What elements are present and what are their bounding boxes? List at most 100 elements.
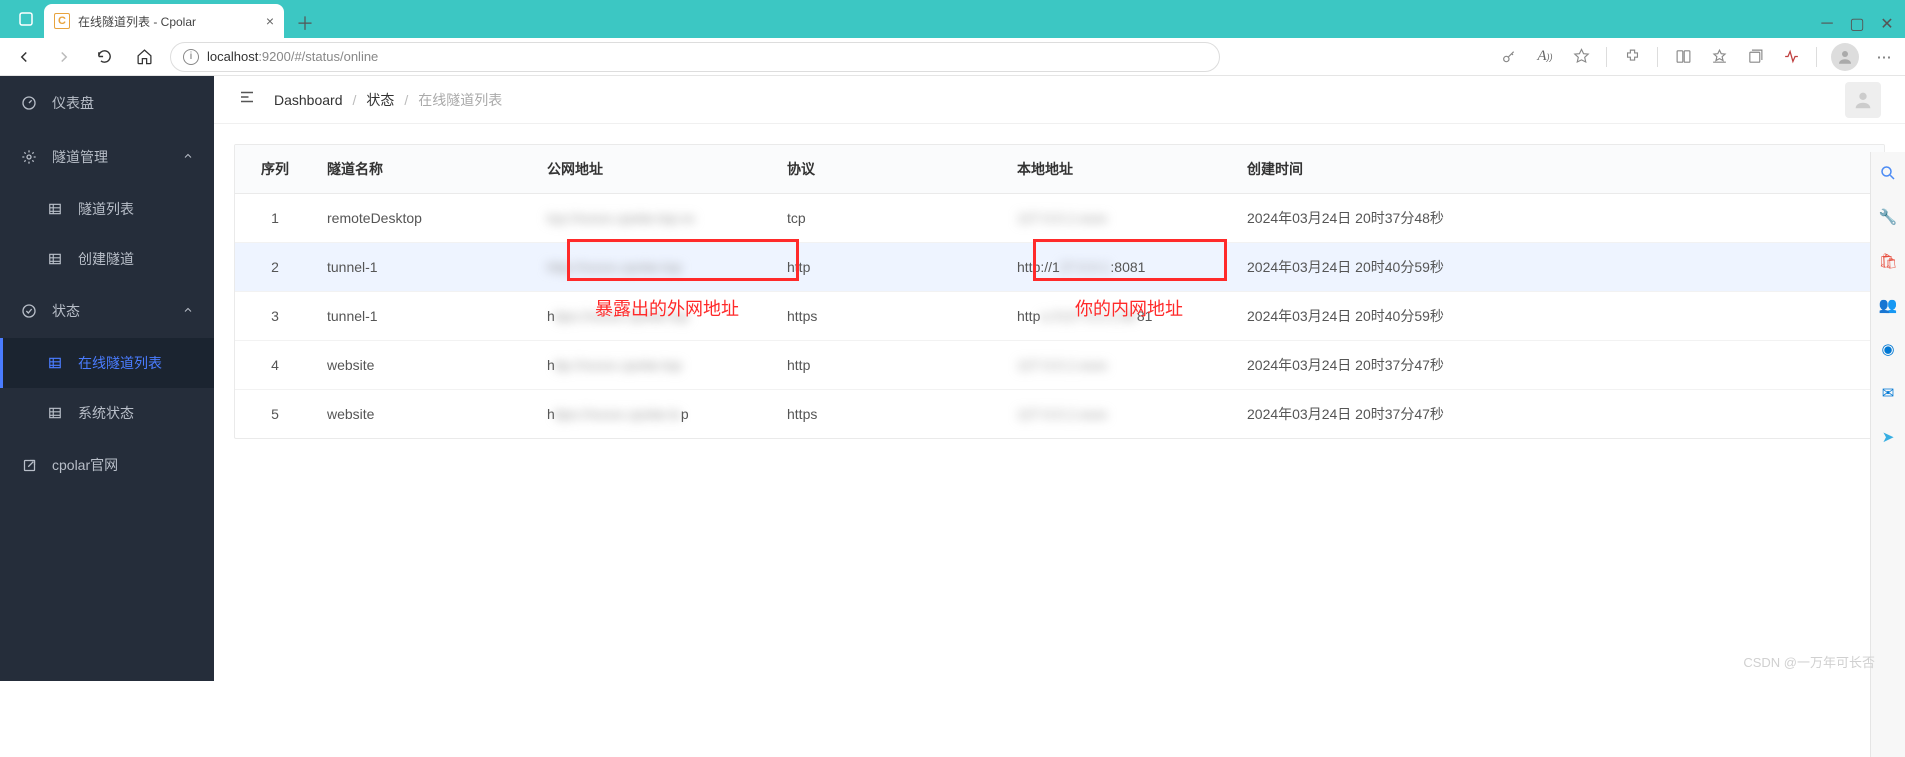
tab-overview-icon[interactable] — [8, 0, 44, 38]
cell-created: 2024年03月24日 20时37分47秒 — [1235, 341, 1884, 390]
sidebar: 仪表盘 隧道管理 隧道列表 创建隧道 状态 在线隧道列表 系统状态 — [0, 76, 214, 681]
table-header-row: 序列 隧道名称 公网地址 协议 本地地址 创建时间 — [235, 145, 1884, 194]
watermark: CSDN @一万年可长否 — [1743, 652, 1875, 671]
address-bar: i localhost:9200/#/status/online A)) ⋯ — [0, 38, 1905, 76]
cell-name: remoteDesktop — [315, 194, 535, 243]
th-public: 公网地址 — [535, 145, 775, 194]
new-tab-button[interactable]: ＋ — [290, 8, 320, 38]
breadcrumb: Dashboard / 状态 / 在线隧道列表 — [274, 90, 502, 110]
favorite-icon[interactable] — [1570, 46, 1592, 68]
th-created: 创建时间 — [1235, 145, 1884, 194]
sidebar-label: 创建隧道 — [78, 249, 134, 269]
url-field[interactable]: i localhost:9200/#/status/online — [170, 42, 1220, 72]
sidebar-label: 在线隧道列表 — [78, 353, 162, 373]
performance-icon[interactable] — [1780, 46, 1802, 68]
main-content: Dashboard / 状态 / 在线隧道列表 序列 隧道名称 公网地址 协议 — [214, 76, 1905, 681]
profile-button[interactable] — [1831, 43, 1859, 71]
sidebar-label: 仪表盘 — [52, 93, 94, 113]
external-link-icon — [20, 456, 38, 474]
more-icon[interactable]: ⋯ — [1873, 46, 1895, 68]
read-aloud-icon[interactable]: A)) — [1534, 46, 1556, 68]
home-button[interactable] — [130, 43, 158, 71]
edge-icon[interactable]: ◉ — [1877, 338, 1899, 360]
menu-toggle-icon[interactable] — [238, 88, 258, 111]
table-row: 2 tunnel-1 http://xxxxx.cpolar.top http … — [235, 243, 1884, 292]
shopping-icon[interactable]: 🛍 — [1877, 250, 1899, 272]
cell-public: http://xxxxx.cpolar.top — [535, 341, 775, 390]
favorites-bar-icon[interactable] — [1708, 46, 1730, 68]
edge-sidebar: 🔧 🛍 👥 ◉ ✉ ➤ — [1870, 152, 1905, 757]
back-button[interactable] — [10, 43, 38, 71]
breadcrumb-status[interactable]: 状态 — [366, 90, 394, 110]
browser-chrome: C 在线隧道列表 - Cpolar × ＋ ─ ▢ ✕ i localhost:… — [0, 0, 1905, 76]
chevron-up-icon — [182, 303, 194, 319]
sidebar-label: 状态 — [52, 301, 80, 321]
table-icon — [46, 250, 64, 268]
site-info-icon[interactable]: i — [183, 49, 199, 65]
cell-local: 127.0.0.1:xxxx — [1005, 341, 1235, 390]
cell-public: https://xxxxx.cpolar.top — [535, 292, 775, 341]
sidebar-tunnel-mgmt[interactable]: 隧道管理 — [0, 130, 214, 184]
gear-icon — [20, 148, 38, 166]
close-icon[interactable]: × — [266, 13, 274, 29]
breadcrumb-sep: / — [353, 92, 357, 108]
cell-created: 2024年03月24日 20时40分59秒 — [1235, 243, 1884, 292]
cell-local: 127.0.0.1:xxxx — [1005, 390, 1235, 439]
cell-index: 4 — [235, 341, 315, 390]
tool-icon[interactable]: 🔧 — [1877, 206, 1899, 228]
collections-icon[interactable] — [1744, 46, 1766, 68]
tunnel-table: 序列 隧道名称 公网地址 协议 本地地址 创建时间 1 remoteDeskto… — [234, 144, 1885, 439]
table-row: 5 website https://xxxxx.cpolar.top https… — [235, 390, 1884, 439]
cell-created: 2024年03月24日 20时37分47秒 — [1235, 390, 1884, 439]
breadcrumb-dashboard[interactable]: Dashboard — [274, 92, 343, 108]
refresh-button[interactable] — [90, 43, 118, 71]
cell-protocol: https — [775, 390, 1005, 439]
sidebar-create-tunnel[interactable]: 创建隧道 — [0, 234, 214, 284]
cell-local: https://127.0.0.1:8081 — [1005, 292, 1235, 341]
table-row: 4 website http://xxxxx.cpolar.top http 1… — [235, 341, 1884, 390]
search-icon[interactable] — [1877, 162, 1899, 184]
cell-name: website — [315, 390, 535, 439]
people-icon[interactable]: 👥 — [1877, 294, 1899, 316]
cell-public: https://xxxxx.cpolar.top — [535, 390, 775, 439]
window-maximize-icon[interactable]: ▢ — [1843, 10, 1871, 38]
table-icon — [46, 200, 64, 218]
sidebar-label: 隧道列表 — [78, 199, 134, 219]
cell-created: 2024年03月24日 20时40分59秒 — [1235, 292, 1884, 341]
table-row: 1 remoteDesktop tcp://xxxxx.cpolar.top:x… — [235, 194, 1884, 243]
cell-protocol: http — [775, 341, 1005, 390]
sidebar-tunnel-list[interactable]: 隧道列表 — [0, 184, 214, 234]
cell-local: http://127.0.0.1:8081 — [1005, 243, 1235, 292]
cell-name: tunnel-1 — [315, 292, 535, 341]
sidebar-system-status[interactable]: 系统状态 — [0, 388, 214, 438]
status-icon — [20, 302, 38, 320]
breadcrumb-current: 在线隧道列表 — [418, 90, 502, 110]
sidebar-label: cpolar官网 — [52, 455, 118, 475]
window-minimize-icon[interactable]: ─ — [1813, 10, 1841, 38]
topbar: Dashboard / 状态 / 在线隧道列表 — [214, 76, 1905, 124]
split-screen-icon[interactable] — [1672, 46, 1694, 68]
cell-created: 2024年03月24日 20时37分48秒 — [1235, 194, 1884, 243]
cell-protocol: https — [775, 292, 1005, 341]
window-close-icon[interactable]: ✕ — [1873, 10, 1901, 38]
sidebar-cpolar-site[interactable]: cpolar官网 — [0, 438, 214, 492]
content-area: 序列 隧道名称 公网地址 协议 本地地址 创建时间 1 remoteDeskto… — [214, 124, 1905, 459]
outlook-icon[interactable]: ✉ — [1877, 382, 1899, 404]
table-icon — [46, 354, 64, 372]
send-icon[interactable]: ➤ — [1877, 426, 1899, 448]
table-icon — [46, 404, 64, 422]
browser-tab[interactable]: C 在线隧道列表 - Cpolar × — [44, 4, 284, 38]
chevron-up-icon — [182, 149, 194, 165]
sidebar-label: 隧道管理 — [52, 147, 108, 167]
avatar[interactable] — [1845, 82, 1881, 118]
cell-protocol: http — [775, 243, 1005, 292]
sidebar-status[interactable]: 状态 — [0, 284, 214, 338]
extensions-icon[interactable] — [1621, 46, 1643, 68]
tab-title: 在线隧道列表 - Cpolar — [78, 13, 196, 30]
sidebar-dashboard[interactable]: 仪表盘 — [0, 76, 214, 130]
cell-index: 3 — [235, 292, 315, 341]
table-row: 3 tunnel-1 https://xxxxx.cpolar.top http… — [235, 292, 1884, 341]
key-icon[interactable] — [1498, 46, 1520, 68]
sidebar-online-list[interactable]: 在线隧道列表 — [0, 338, 214, 388]
cell-public: tcp://xxxxx.cpolar.top:xx — [535, 194, 775, 243]
